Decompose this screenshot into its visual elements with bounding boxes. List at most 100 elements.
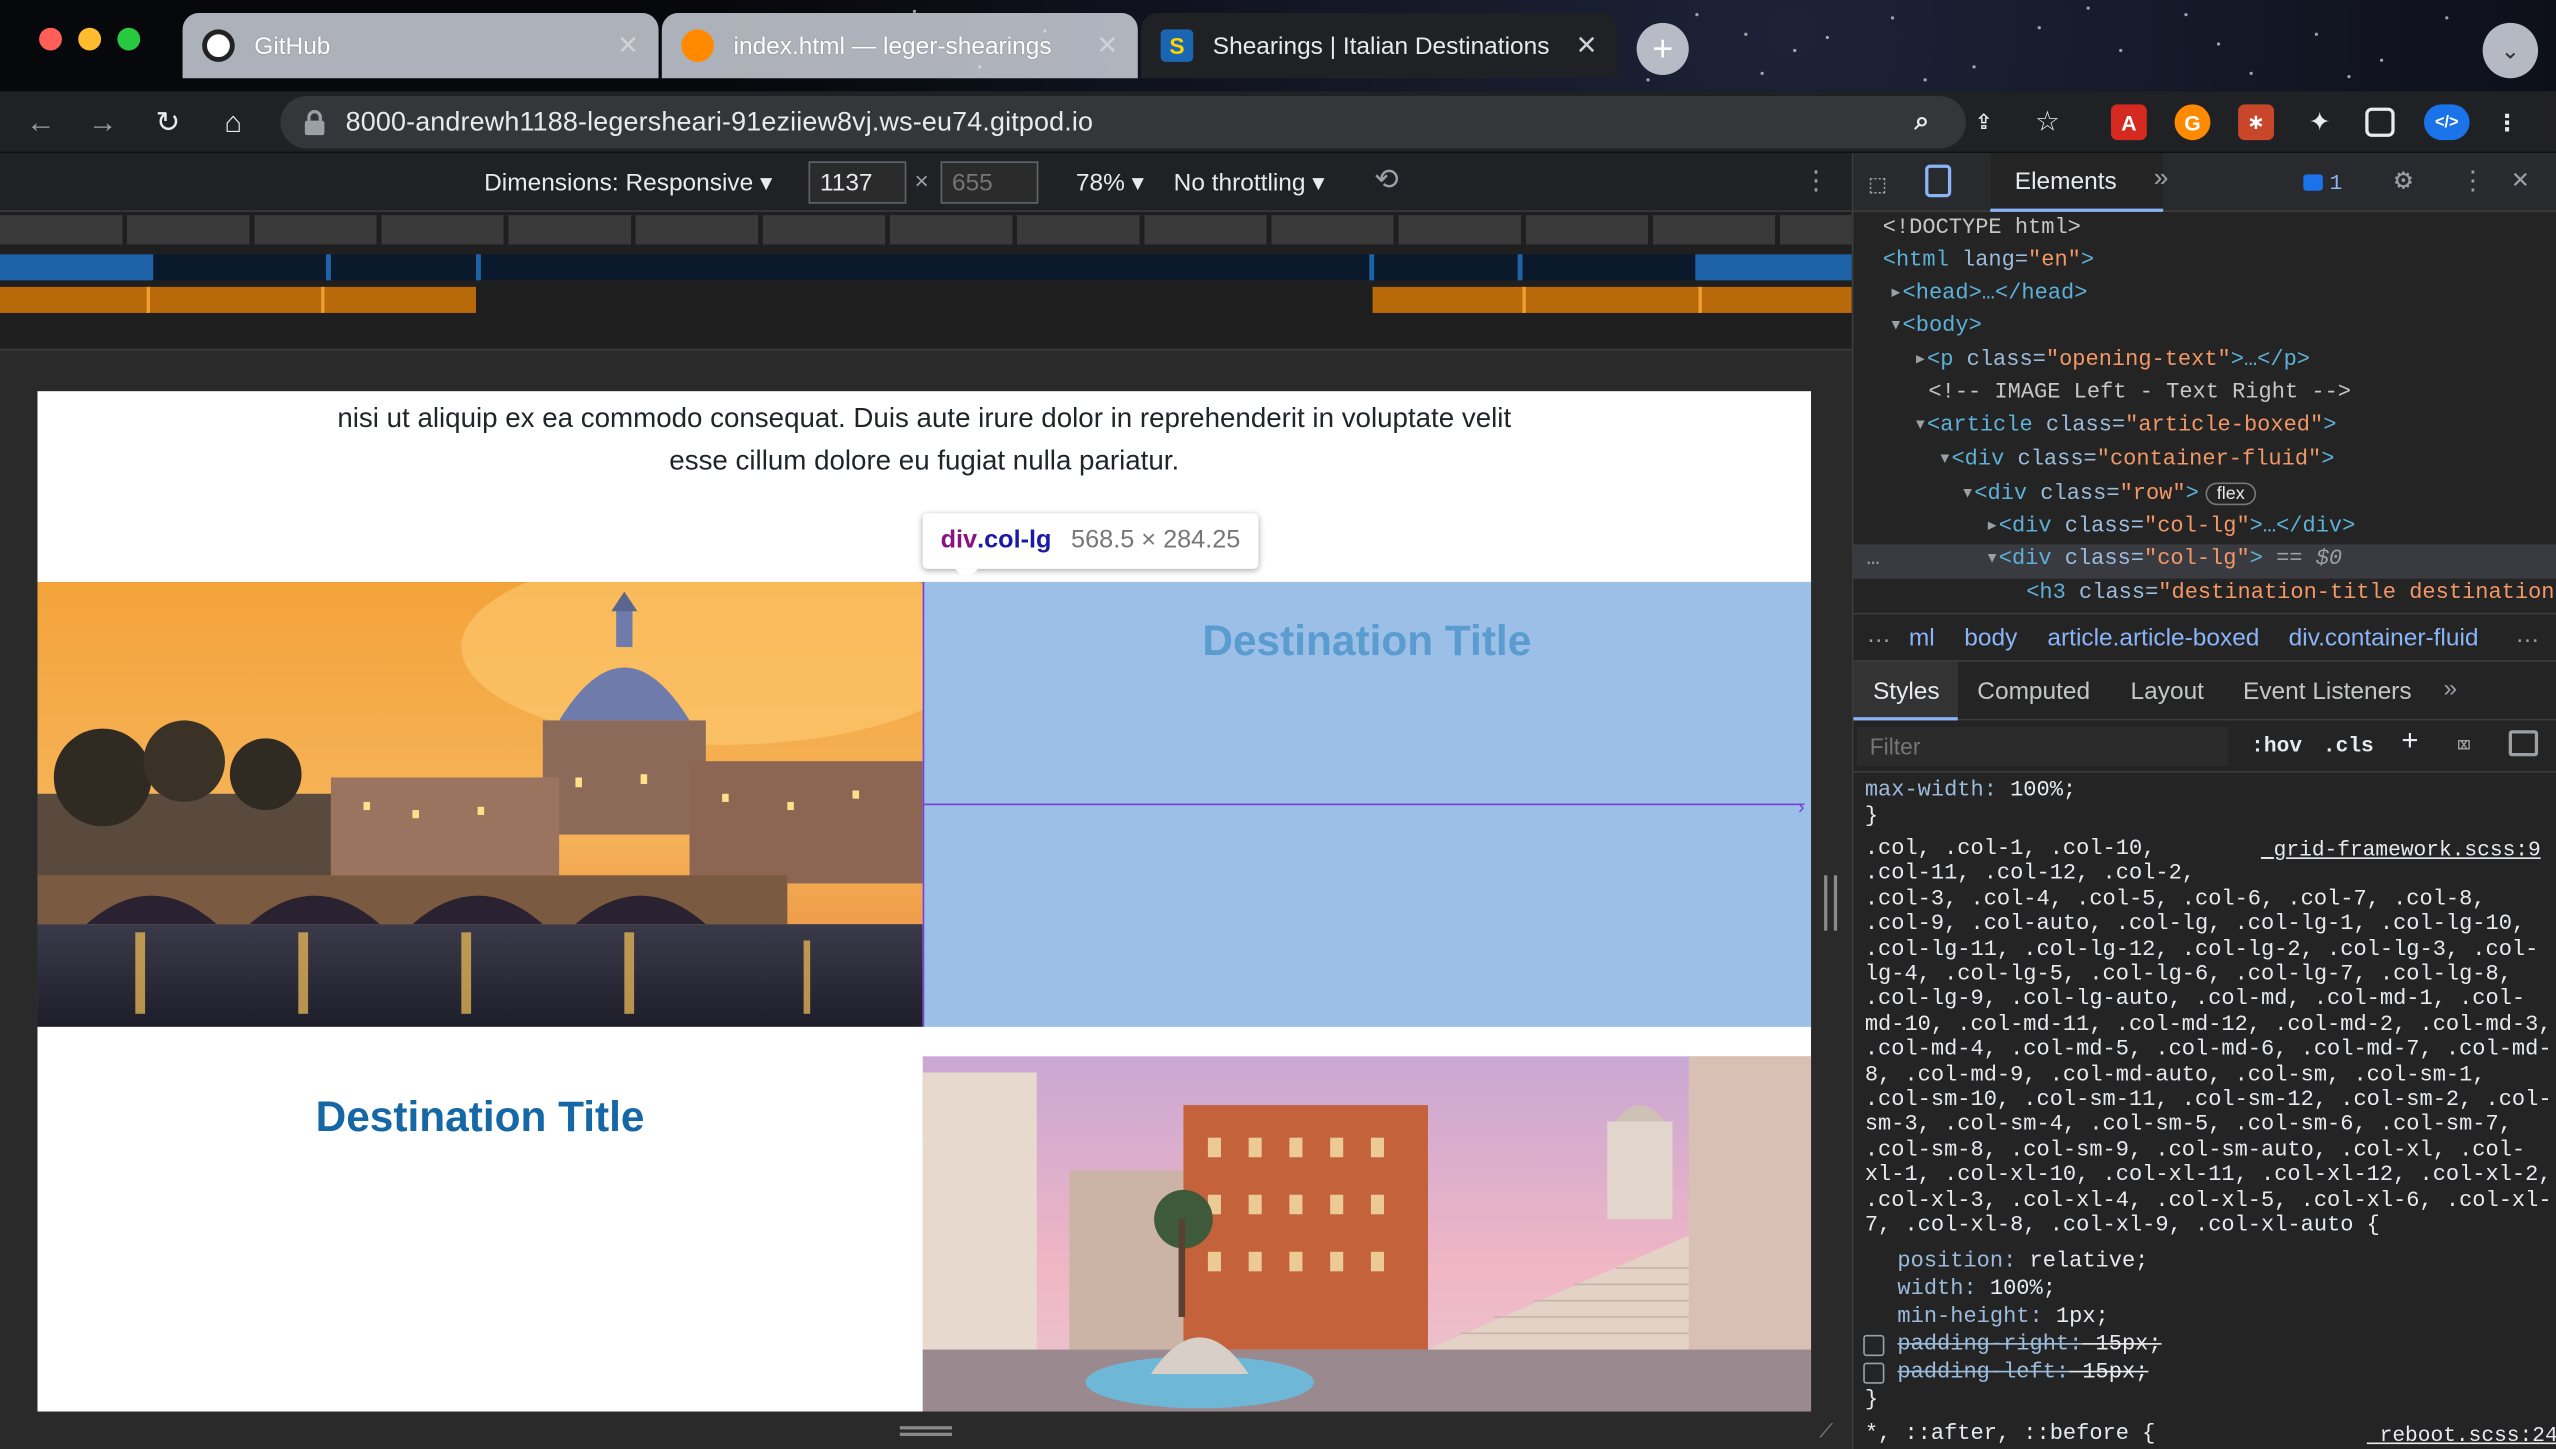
dom-doctype[interactable]: <!DOCTYPE html> [1883, 214, 2081, 247]
tab-elements[interactable]: Elements [2015, 168, 2117, 196]
css-source-link[interactable]: _grid-framework.scss:9 [2261, 838, 2541, 862]
devtools-extension-icon[interactable]: </> [2423, 104, 2470, 141]
zoom-icon[interactable]: ⌕ [1904, 104, 1940, 140]
css-selector-line: sm-3, .col-sm-4, .col-sm-5, .col-sm-6, .… [1864, 1113, 2512, 1139]
dimensions-dropdown[interactable]: Dimensions: Responsive ▾ [484, 168, 772, 198]
maximize-window-button[interactable] [117, 27, 141, 51]
more-panes-icon[interactable]: » [2444, 675, 2458, 703]
breadcrumb-item[interactable]: div.container-fluid [2289, 624, 2479, 652]
cls-toggle[interactable]: .cls [2323, 733, 2374, 757]
styles-filter-input[interactable] [1856, 726, 2229, 767]
issues-button[interactable]: 1 [2294, 166, 2353, 199]
width-input[interactable] [808, 161, 907, 204]
dom-comment[interactable]: <!-- IMAGE Left - Text Right --> [1928, 378, 2351, 411]
dom-node-article[interactable]: ▾<article class="article-boxed"> [1914, 411, 2337, 444]
height-input[interactable] [940, 161, 1039, 204]
gitpod-extension-icon[interactable]: G [2174, 104, 2211, 141]
dom-node-h3[interactable]: <h3 class="destination-title destination [2026, 579, 2554, 612]
close-icon[interactable]: ✕ [1576, 29, 1598, 62]
media-query-row-orange[interactable] [0, 286, 1852, 313]
media-query-row-gray[interactable] [0, 215, 1852, 245]
dom-node-col-lg-1[interactable]: ▸<div class="col-lg">…</div> [1985, 512, 2355, 545]
media-query-row-blue[interactable] [0, 254, 1852, 281]
css-property[interactable]: position: relative; [1897, 1250, 2148, 1276]
throttling-dropdown[interactable]: No throttling ▾ [1174, 168, 1325, 198]
css-property[interactable]: padding-right: 15px; [1897, 1333, 2161, 1359]
breadcrumb-overflow-icon[interactable]: … [1866, 621, 1890, 649]
devtools-menu-icon[interactable]: ⋮ [2460, 165, 2486, 197]
sidebar-toggle-icon[interactable] [2508, 730, 2539, 757]
tab-layout[interactable]: Layout [2131, 678, 2204, 706]
breadcrumb-item[interactable]: body [1964, 624, 2017, 652]
more-options-icon[interactable]: ⋮ [1803, 165, 1829, 198]
property-checkbox[interactable] [1863, 1334, 1885, 1357]
tab-github[interactable]: GitHub ✕ [182, 13, 659, 79]
tab-index-html[interactable]: index.html — leger-shearings ✕ [661, 13, 1138, 79]
tab-search-button[interactable]: ⌄ [2482, 22, 2539, 79]
puzzle-extensions-icon[interactable]: ✦ [2302, 104, 2338, 140]
more-tabs-icon[interactable]: » [2153, 165, 2169, 194]
share-icon[interactable]: ⇪ [1966, 104, 2002, 140]
extension-icon[interactable]: ∗ [2238, 104, 2274, 141]
styles-pane: _grid-framework.scss:9 _reboot.scss:24 m… [1853, 773, 2556, 1449]
zoom-label: 78% [1075, 169, 1125, 198]
breadcrumb-more-icon[interactable]: … [2515, 621, 2539, 649]
tab-event-listeners[interactable]: Event Listeners [2243, 678, 2412, 706]
viewport-resize-handle[interactable] [1824, 875, 1838, 931]
settings-gear-icon[interactable]: ⚙ [2395, 163, 2413, 199]
dom-node-p[interactable]: ▸<p class="opening-text">…</p> [1914, 346, 2310, 379]
tab-computed[interactable]: Computed [1977, 678, 2090, 706]
styles-filter-bar: :hov .cls + ⌧ [1853, 720, 2556, 773]
minimize-window-button[interactable] [78, 27, 102, 51]
breadcrumb-item[interactable]: article.article-boxed [2047, 624, 2259, 652]
inspect-element-icon[interactable]: ⬚ [1870, 168, 1886, 200]
dom-node-row[interactable]: ▾<div class="row"> flex [1961, 478, 2257, 511]
new-rule-icon[interactable]: + [2401, 727, 2419, 760]
forward-button[interactable]: → [82, 101, 124, 143]
star-decoration [1695, 13, 1699, 17]
breadcrumb-item[interactable]: ml [1909, 624, 1935, 652]
opening-text-line: nisi ut aliquip ex ea commodo consequat.… [337, 402, 1512, 434]
property-checkbox[interactable] [1863, 1362, 1885, 1384]
github-icon [202, 29, 235, 62]
close-devtools-icon[interactable]: ✕ [2512, 163, 2529, 197]
tab-shearings[interactable]: S Shearings | Italian Destinations ✕ [1141, 13, 1618, 79]
reload-button[interactable]: ↻ [147, 101, 189, 143]
close-icon[interactable]: ✕ [617, 29, 639, 62]
zoom-dropdown[interactable]: 78% ▾ [1075, 168, 1144, 198]
acrobat-extension-icon[interactable]: A [2110, 104, 2147, 141]
close-icon[interactable]: ✕ [1096, 29, 1118, 62]
gitpod-icon [681, 29, 714, 62]
css-source-link[interactable]: _reboot.scss:24 [2367, 1423, 2556, 1447]
dom-node-html[interactable]: <html lang="en"> [1883, 246, 2094, 279]
home-button[interactable]: ⌂ [212, 101, 254, 143]
back-button[interactable]: ← [20, 101, 62, 143]
collapse-arrow-icon: ▾ [1913, 413, 1928, 439]
dom-node-container[interactable]: ▾<div class="container-fluid"> [1938, 445, 2334, 478]
dom-node-head[interactable]: ▸<head>…</head> [1889, 279, 2087, 312]
dom-node-body[interactable]: ▾<body> [1889, 311, 1982, 344]
device-toggle-icon[interactable] [1925, 164, 1952, 198]
collapse-arrow-icon: ▾ [1985, 547, 1999, 573]
css-property[interactable]: padding-left: 15px; [1897, 1361, 2148, 1387]
hov-toggle[interactable]: :hov [2251, 733, 2302, 757]
media-query-bars[interactable] [0, 211, 1852, 349]
paint-icon[interactable]: ⌧ [2457, 730, 2472, 761]
css-property[interactable]: width: 100%; [1897, 1278, 2055, 1304]
rotate-icon[interactable]: ⟲ [1374, 163, 1399, 197]
viewport-bottom-resize-handle[interactable] [899, 1426, 952, 1436]
dom-node-col-lg-2-selected[interactable]: ▾<div class="col-lg"> == $0 [1985, 544, 2342, 577]
bookmark-star-icon[interactable]: ☆ [2029, 104, 2065, 140]
flex-badge[interactable]: flex [2205, 482, 2257, 506]
corner-resize-handle[interactable]: ⟋ [1819, 1420, 1842, 1443]
close-window-button[interactable] [39, 27, 62, 51]
star-decoration [2314, 32, 2319, 36]
address-bar[interactable]: 8000-andrewh1188-legersheari-91eziiew8vj… [280, 96, 1966, 149]
tab-styles[interactable]: Styles [1873, 678, 1940, 706]
star-decoration [2347, 74, 2351, 79]
css-property[interactable]: min-height: 1px; [1897, 1306, 2108, 1332]
node-menu-icon[interactable]: … [1866, 544, 1879, 577]
profile-menu-icon[interactable]: ⋮ [2489, 104, 2525, 140]
window-extension-icon[interactable] [2365, 107, 2395, 137]
new-tab-button[interactable]: + [1636, 22, 1689, 75]
